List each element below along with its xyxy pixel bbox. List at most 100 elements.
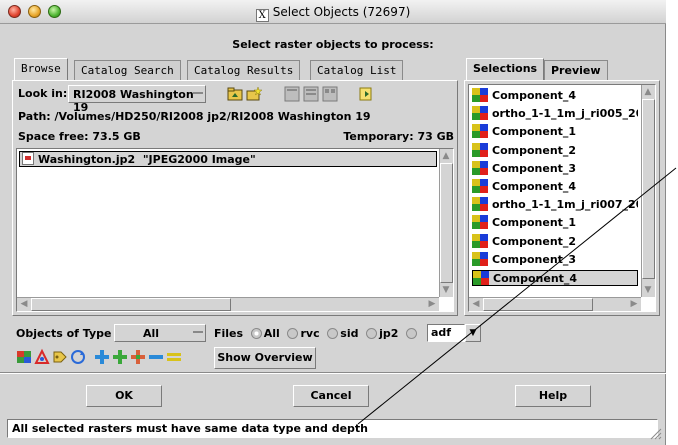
add-all-icon[interactable] bbox=[111, 348, 129, 366]
jp2-file-icon bbox=[22, 152, 34, 165]
scroll-left-icon[interactable]: ◀ bbox=[470, 298, 482, 310]
scroll-down-icon[interactable]: ▼ bbox=[642, 284, 654, 296]
icon-view-icon[interactable] bbox=[321, 85, 339, 103]
selection-label: ortho_1-1_1m_j_ri005_2008 bbox=[492, 107, 638, 121]
scroll-right-icon[interactable]: ▶ bbox=[426, 298, 438, 310]
raster-object-icon bbox=[472, 142, 488, 157]
radio-all[interactable] bbox=[250, 328, 262, 339]
list-item[interactable]: ortho_1-1_1m_j_ri007_2008 bbox=[472, 197, 638, 213]
resize-grip-icon[interactable] bbox=[650, 428, 662, 440]
list-item[interactable]: ortho_1-1_1m_j_ri005_2008 bbox=[472, 106, 638, 122]
selection-label: Component_4 bbox=[492, 89, 577, 102]
x11-icon: X bbox=[255, 9, 269, 22]
scroll-right-icon[interactable]: ▶ bbox=[628, 298, 640, 310]
selection-label: Component_4 bbox=[493, 272, 578, 285]
add-selection-icon[interactable] bbox=[357, 85, 375, 103]
select-objects-window: X Select Objects (72697) Select raster ob… bbox=[0, 0, 666, 445]
ok-button[interactable]: OK bbox=[86, 385, 162, 407]
cancel-button[interactable]: Cancel bbox=[293, 385, 369, 407]
raster-object-icon bbox=[472, 251, 488, 266]
look-in-label: Look in: bbox=[18, 87, 68, 100]
extension-dropdown-button[interactable]: ▼ bbox=[465, 324, 481, 342]
selection-label: Component_1 bbox=[492, 125, 577, 139]
tab-catalog-results[interactable]: Catalog Results bbox=[187, 60, 301, 80]
selections-vscrollbar[interactable]: ▲ ▼ bbox=[641, 85, 655, 297]
tab-selections[interactable]: Selections bbox=[466, 58, 545, 80]
help-button[interactable]: Help bbox=[515, 385, 591, 407]
dialog-header: Select raster objects to process: bbox=[232, 38, 434, 51]
folder-up-icon[interactable] bbox=[226, 85, 244, 103]
combo-arrow-icon bbox=[193, 331, 203, 333]
file-list-hscrollbar[interactable]: ◀ ▶ bbox=[17, 297, 439, 311]
divider bbox=[0, 372, 666, 374]
space-free-text: Space free: 73.5 GB bbox=[18, 130, 141, 143]
remove-all-icon[interactable] bbox=[165, 348, 183, 366]
raster-object-icon bbox=[472, 88, 488, 102]
list-item[interactable]: Component_2 bbox=[472, 142, 638, 159]
tab-catalog-search[interactable]: Catalog Search bbox=[74, 60, 181, 80]
window-title: X Select Objects (72697) bbox=[0, 5, 666, 22]
raster-object-icon bbox=[472, 215, 488, 230]
details-view-icon[interactable] bbox=[302, 85, 320, 103]
scroll-up-icon[interactable]: ▲ bbox=[440, 150, 452, 162]
raster-object-icon bbox=[472, 124, 488, 139]
extension-field[interactable]: adf bbox=[427, 324, 465, 342]
selections-hscrollbar[interactable]: ◀ ▶ bbox=[469, 297, 641, 311]
file-list-vscrollbar[interactable]: ▲ ▼ bbox=[439, 149, 453, 297]
path-text: Path: /Volumes/HD250/RI2008 jp2/RI2008 W… bbox=[18, 110, 371, 123]
tab-catalog-list[interactable]: Catalog List bbox=[310, 60, 404, 80]
list-view-icon[interactable] bbox=[283, 85, 301, 103]
raster-icon[interactable] bbox=[15, 348, 33, 366]
list-item[interactable]: Component_4 bbox=[472, 179, 638, 195]
new-folder-icon[interactable] bbox=[245, 85, 263, 103]
temporary-space-text: Temporary: 73 GB bbox=[343, 130, 454, 143]
show-overview-button[interactable]: Show Overview bbox=[214, 347, 316, 369]
selection-label: Component_3 bbox=[492, 252, 577, 266]
add-icon[interactable] bbox=[93, 348, 111, 366]
scroll-thumb[interactable] bbox=[642, 99, 655, 279]
status-bar: All selected rasters must have same data… bbox=[7, 419, 658, 438]
radio-ext[interactable] bbox=[406, 328, 418, 339]
list-item[interactable]: Component_4 bbox=[472, 270, 638, 286]
scroll-down-icon[interactable]: ▼ bbox=[440, 284, 452, 296]
scroll-thumb[interactable] bbox=[440, 163, 453, 283]
objects-of-type-label: Objects of Type bbox=[16, 327, 112, 340]
list-item[interactable]: Component_1 bbox=[472, 215, 638, 231]
selections-list[interactable]: Component_4 ortho_1-1_1m_j_ri005_2008 Comp… bbox=[468, 84, 656, 312]
selection-label: ortho_1-1_1m_j_ri007_2008 bbox=[492, 198, 638, 212]
look-in-combo[interactable]: RI2008 Washington 19 bbox=[68, 85, 206, 114]
tab-preview[interactable]: Preview bbox=[544, 60, 608, 80]
add-group-icon[interactable] bbox=[129, 348, 147, 366]
hscroll-thumb[interactable] bbox=[31, 298, 231, 311]
raster-object-icon bbox=[473, 271, 489, 285]
scroll-left-icon[interactable]: ◀ bbox=[18, 298, 30, 310]
selection-label: Component_2 bbox=[492, 143, 577, 157]
tab-browse[interactable]: Browse bbox=[14, 58, 68, 80]
list-item[interactable]: Component_1 bbox=[472, 124, 638, 140]
title-bar: X Select Objects (72697) bbox=[0, 0, 666, 24]
list-item[interactable]: Component_4 bbox=[472, 88, 638, 104]
list-item[interactable]: Component_3 bbox=[472, 251, 638, 268]
selection-label: Component_4 bbox=[492, 180, 577, 193]
refresh-icon[interactable] bbox=[69, 348, 87, 366]
raster-object-icon bbox=[472, 160, 488, 175]
raster-object-icon bbox=[472, 233, 488, 248]
raster-object-icon bbox=[472, 106, 488, 121]
list-item[interactable]: Component_2 bbox=[472, 233, 638, 250]
remove-icon[interactable] bbox=[147, 348, 165, 366]
scroll-up-icon[interactable]: ▲ bbox=[642, 86, 654, 98]
vector-icon[interactable] bbox=[33, 348, 51, 366]
combo-arrow-icon bbox=[193, 92, 203, 94]
list-item[interactable]: Component_3 bbox=[472, 160, 638, 177]
list-item[interactable]: Washington.jp2 "JPEG2000 Image" bbox=[19, 151, 437, 167]
tag-icon[interactable] bbox=[51, 348, 69, 366]
radio-rvc[interactable] bbox=[287, 328, 299, 339]
radio-sid[interactable] bbox=[327, 328, 339, 339]
radio-jp2[interactable] bbox=[366, 328, 378, 339]
files-filter-group: Files All rvc sid jp2 bbox=[214, 327, 419, 340]
raster-object-icon bbox=[472, 179, 488, 193]
objects-of-type-combo[interactable]: All bbox=[114, 324, 206, 342]
file-list[interactable]: Washington.jp2 "JPEG2000 Image" ▲ ▼ ◀ ▶ bbox=[16, 148, 454, 312]
hscroll-thumb[interactable] bbox=[483, 298, 593, 311]
files-label: Files bbox=[214, 327, 244, 340]
